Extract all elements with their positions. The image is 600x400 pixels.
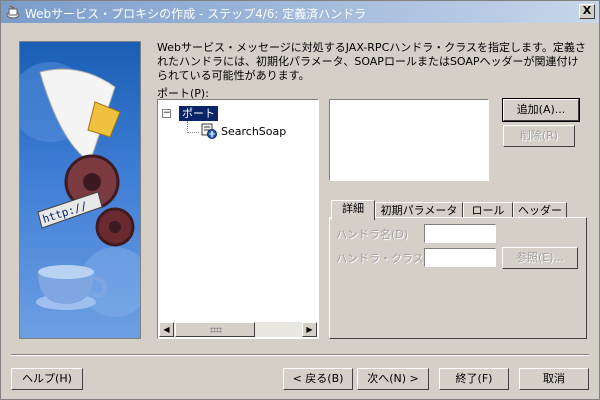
handler-name-input[interactable]	[424, 224, 496, 243]
wizard-side-image: http://	[19, 41, 141, 339]
tree-viewport: − ポート SearchSoap	[159, 101, 317, 322]
handler-class-input[interactable]	[424, 248, 496, 267]
title-bar[interactable]: Webサービス・プロキシの作成 - ステップ4/6: 定義済ハンドラ X	[1, 1, 599, 23]
help-button[interactable]: ヘルプ(H)	[11, 368, 83, 390]
handler-list[interactable]	[329, 99, 489, 181]
scroll-grip-icon	[210, 327, 222, 333]
scroll-left-icon[interactable]: ◀	[159, 322, 174, 337]
add-button[interactable]: 追加(A)...	[502, 98, 580, 122]
tab-details[interactable]: 詳細	[331, 200, 375, 220]
details-panel: ハンドラ名(D) ハンドラ・クラス(C) 参照(E)...	[329, 217, 587, 339]
scrollbar-thumb[interactable]	[175, 322, 255, 337]
tree-node-ports[interactable]: ポート	[179, 106, 218, 121]
tree-connector-horizontal	[187, 132, 199, 133]
soap-port-icon	[201, 123, 217, 139]
tree-node-searchsoap[interactable]: SearchSoap	[221, 125, 286, 138]
scroll-right-icon[interactable]: ▶	[302, 322, 317, 337]
horizontal-scrollbar[interactable]: ◀ ▶	[159, 322, 317, 337]
browse-button[interactable]: 参照(E)...	[502, 247, 578, 269]
next-button[interactable]: 次へ(N) >	[357, 368, 429, 390]
back-button[interactable]: < 戻る(B)	[283, 368, 353, 390]
finish-button[interactable]: 終了(F)	[439, 368, 509, 390]
step-description: Webサービス・メッセージに対処するJAX-RPCハンドラ・クラスを指定します。…	[157, 41, 586, 82]
dialog-window: Webサービス・プロキシの作成 - ステップ4/6: 定義済ハンドラ X htt…	[0, 0, 600, 400]
handler-name-label: ハンドラ名(D)	[336, 228, 409, 241]
collapse-icon[interactable]: −	[162, 109, 171, 118]
footer-separator	[11, 354, 589, 356]
close-icon: X	[582, 4, 592, 17]
app-icon	[6, 5, 20, 19]
window-title: Webサービス・プロキシの作成 - ステップ4/6: 定義済ハンドラ	[25, 7, 367, 21]
cancel-button[interactable]: 取消	[519, 368, 589, 390]
remove-button[interactable]: 削除(R)	[503, 125, 575, 147]
port-tree[interactable]: − ポート SearchSoap ◀ ▶	[157, 99, 319, 339]
close-button[interactable]: X	[579, 4, 595, 19]
wizard-illustration: http://	[20, 62, 140, 317]
